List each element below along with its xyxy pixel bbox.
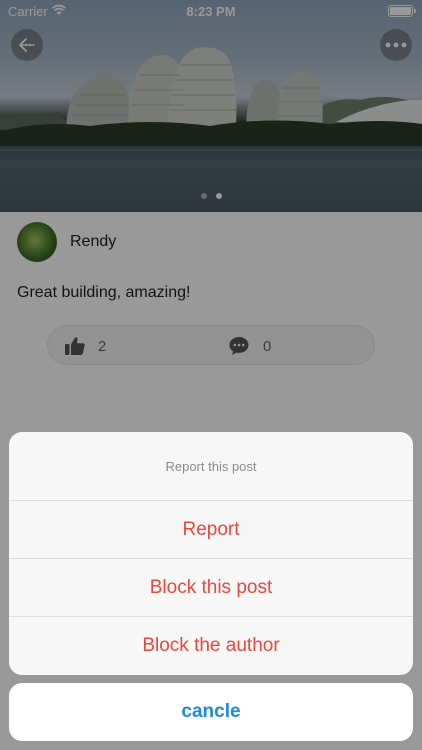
- action-sheet: Report this post Report Block this post …: [9, 432, 413, 675]
- cancel-button[interactable]: cancle: [9, 683, 413, 741]
- block-author-button[interactable]: Block the author: [9, 617, 413, 675]
- action-sheet-title: Report this post: [9, 432, 413, 501]
- report-button[interactable]: Report: [9, 501, 413, 559]
- block-post-button[interactable]: Block this post: [9, 559, 413, 617]
